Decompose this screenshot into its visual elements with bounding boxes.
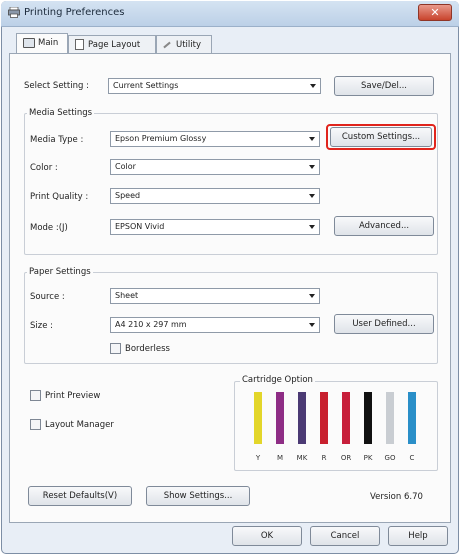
tab-main[interactable]: Main	[16, 33, 68, 55]
media-type-dropdown[interactable]: Epson Premium Glossy	[110, 131, 320, 147]
print-quality-label: Print Quality :	[30, 192, 89, 202]
page-layout-icon	[75, 39, 84, 50]
window-title: Printing Preferences	[24, 7, 125, 18]
save-del-button[interactable]: Save/Del...	[334, 76, 434, 96]
ink-label-pk: PK	[363, 454, 373, 462]
layout-manager-label: Layout Manager	[45, 420, 114, 430]
color-dropdown[interactable]: Color	[110, 159, 320, 175]
mode-dropdown[interactable]: EPSON Vivid	[110, 219, 320, 235]
mode-label: Mode :(J)	[30, 223, 68, 233]
ink-bar-go	[386, 392, 394, 444]
ink-bar-c	[408, 392, 416, 444]
cartridge-option-title: Cartridge Option	[240, 375, 315, 385]
tab-utility-label: Utility	[176, 40, 202, 50]
ink-label-or: OR	[340, 454, 352, 462]
wrench-icon	[163, 41, 171, 48]
show-settings-button[interactable]: Show Settings...	[146, 486, 250, 506]
printer-icon	[23, 37, 35, 48]
tab-page-layout-label: Page Layout	[88, 40, 141, 50]
tab-page-layout[interactable]: Page Layout	[68, 35, 156, 55]
chevron-down-icon	[309, 165, 315, 169]
help-button[interactable]: Help	[388, 526, 448, 546]
source-dropdown[interactable]: Sheet	[110, 288, 320, 304]
chevron-down-icon	[309, 323, 315, 327]
print-quality-dropdown[interactable]: Speed	[110, 188, 320, 204]
select-setting-dropdown[interactable]: Current Settings	[108, 78, 321, 94]
size-dropdown[interactable]: A4 210 x 297 mm	[110, 317, 320, 333]
size-value: A4 210 x 297 mm	[115, 320, 187, 329]
media-type-value: Epson Premium Glossy	[115, 134, 207, 143]
tab-main-label: Main	[38, 38, 59, 48]
ink-bar-m	[276, 392, 284, 444]
media-settings-title: Media Settings	[27, 108, 95, 118]
reset-defaults-button[interactable]: Reset Defaults(V)	[28, 486, 132, 506]
source-value: Sheet	[115, 291, 139, 300]
user-defined-button[interactable]: User Defined...	[334, 314, 434, 334]
chevron-down-icon	[310, 84, 316, 88]
mode-value: EPSON Vivid	[115, 222, 165, 231]
cartridge-ink-list: Y M MK R OR PK GO C	[252, 392, 428, 466]
advanced-button[interactable]: Advanced...	[334, 216, 434, 236]
cancel-button[interactable]: Cancel	[310, 526, 380, 546]
ink-bar-y	[254, 392, 262, 444]
ink-label-r: R	[321, 454, 327, 462]
borderless-checkbox[interactable]	[110, 343, 121, 354]
print-preview-label: Print Preview	[45, 391, 101, 401]
ink-label-y: Y	[255, 454, 261, 462]
media-type-label: Media Type :	[30, 135, 84, 145]
ink-label-c: C	[409, 454, 415, 462]
ink-label-go: GO	[384, 454, 396, 462]
printer-icon	[8, 6, 20, 18]
ok-button[interactable]: OK	[232, 526, 302, 546]
select-setting-label: Select Setting :	[24, 81, 89, 91]
ink-label-mk: MK	[296, 454, 308, 462]
chevron-down-icon	[309, 294, 315, 298]
chevron-down-icon	[309, 137, 315, 141]
chevron-down-icon	[309, 225, 315, 229]
paper-settings-title: Paper Settings	[27, 267, 93, 277]
color-value: Color	[115, 162, 136, 171]
size-label: Size :	[30, 321, 54, 331]
ink-label-m: M	[276, 454, 284, 462]
print-quality-value: Speed	[115, 191, 141, 200]
source-label: Source :	[30, 292, 65, 302]
tab-utility[interactable]: Utility	[156, 35, 212, 55]
chevron-down-icon	[309, 194, 315, 198]
ink-bar-r	[320, 392, 328, 444]
ink-bar-or	[342, 392, 350, 444]
print-preview-checkbox[interactable]	[30, 390, 41, 401]
color-label: Color :	[30, 163, 58, 173]
borderless-label: Borderless	[125, 344, 170, 354]
close-button[interactable]: ✕	[418, 4, 452, 21]
layout-manager-checkbox[interactable]	[30, 419, 41, 430]
ink-bar-pk	[364, 392, 372, 444]
version-text: Version 6.70	[370, 492, 423, 502]
custom-settings-button[interactable]: Custom Settings...	[330, 127, 432, 147]
ink-bar-mk	[298, 392, 306, 444]
select-setting-value: Current Settings	[113, 81, 179, 90]
